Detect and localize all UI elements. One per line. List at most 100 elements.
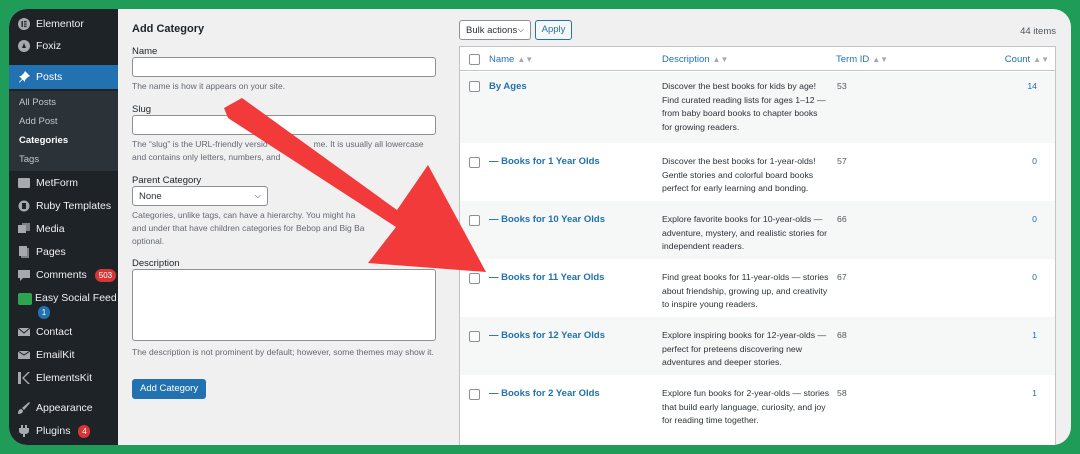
table-row: — Books for 11 Year Olds Find great book… bbox=[460, 259, 1055, 317]
post-count-link[interactable]: 0 bbox=[1032, 156, 1037, 166]
category-description: Discover the best books for kids by age!… bbox=[662, 81, 826, 132]
sort-icon: ▲▼ bbox=[517, 55, 534, 64]
pages-icon bbox=[18, 246, 30, 258]
name-label: Name bbox=[132, 46, 158, 57]
select-all-checkbox[interactable] bbox=[469, 54, 480, 65]
category-description: Explore inspiring books for 12-year-olds… bbox=[662, 330, 827, 367]
category-name-link[interactable]: — Books for 1 Year Olds bbox=[489, 156, 600, 167]
sidebar-item-label: ElementsKit bbox=[36, 372, 93, 384]
sidebar-item-elementskit[interactable]: ElementsKit bbox=[9, 367, 118, 389]
pin-icon bbox=[18, 71, 30, 83]
sidebar-item-label: Posts bbox=[36, 71, 63, 83]
slug-help-part-a: The “slug” is the URL-friendly versio bbox=[132, 139, 268, 149]
category-description: Explore favorite books for 10-year-olds … bbox=[662, 214, 827, 251]
sort-icon: ▲▼ bbox=[872, 55, 889, 64]
column-count[interactable]: Count ▲▼ bbox=[1005, 54, 1049, 65]
plugins-update-badge: 4 bbox=[78, 424, 91, 438]
category-name-link[interactable]: By Ages bbox=[489, 81, 527, 92]
table-row: — Books for 1 Year Olds Discover the bes… bbox=[460, 143, 1055, 201]
submenu-categories[interactable]: Categories bbox=[19, 135, 68, 146]
row-checkbox[interactable] bbox=[469, 273, 480, 284]
category-name-link[interactable]: — Books for 11 Year Olds bbox=[489, 272, 604, 283]
elementor-icon bbox=[18, 18, 30, 30]
term-id: 68 bbox=[837, 330, 847, 340]
apply-button[interactable]: Apply bbox=[535, 20, 572, 40]
sidebar-item-contact[interactable]: Contact bbox=[9, 321, 118, 343]
slug-help-line-2: and contains only letters, numbers, and bbox=[132, 152, 281, 162]
sidebar-item-foxiz[interactable]: Foxiz bbox=[9, 35, 118, 57]
add-category-form: Add Category Name The name is how it app… bbox=[132, 9, 442, 445]
social-feed-icon bbox=[18, 293, 32, 305]
row-checkbox[interactable] bbox=[469, 81, 480, 92]
column-term-id[interactable]: Term ID ▲▼ bbox=[836, 54, 888, 65]
category-description: Discover the best books for 1-year-olds!… bbox=[662, 156, 816, 193]
column-name[interactable]: Name ▲▼ bbox=[489, 54, 533, 65]
slug-label: Slug bbox=[132, 104, 152, 115]
parent-category-value: None bbox=[139, 190, 162, 202]
category-name-link[interactable]: — Books for 12 Year Olds bbox=[489, 330, 605, 341]
term-id: 67 bbox=[837, 272, 847, 282]
sidebar-item-label: Plugins bbox=[36, 425, 71, 437]
brush-icon bbox=[18, 402, 30, 414]
add-category-button[interactable]: Add Category bbox=[132, 379, 207, 399]
sidebar-item-easy-social-feed[interactable]: Easy Social Feed 1 bbox=[9, 289, 118, 325]
name-help: The name is how it appears on your site. bbox=[132, 81, 286, 91]
envelope-icon bbox=[18, 349, 30, 361]
post-count-link[interactable]: 0 bbox=[1032, 272, 1037, 282]
row-checkbox[interactable] bbox=[469, 157, 480, 168]
sidebar-item-label: Easy Social Feed bbox=[35, 292, 117, 304]
name-input[interactable] bbox=[132, 57, 436, 77]
post-count-link[interactable]: 14 bbox=[1027, 81, 1037, 91]
parent-help-line-2: and under that have children categories … bbox=[132, 223, 365, 233]
sidebar-item-label: Pages bbox=[36, 246, 66, 258]
post-count-link[interactable]: 1 bbox=[1032, 330, 1037, 340]
foxiz-icon bbox=[18, 40, 30, 52]
submenu-tags[interactable]: Tags bbox=[19, 154, 39, 165]
sidebar-item-pages[interactable]: Pages bbox=[9, 241, 118, 263]
sidebar-item-label: MetForm bbox=[36, 177, 78, 189]
term-id: 66 bbox=[837, 214, 847, 224]
category-name-link[interactable]: — Books for 2 Year Olds bbox=[489, 388, 600, 399]
sidebar-item-emailkit[interactable]: EmailKit bbox=[9, 344, 118, 366]
column-description[interactable]: Description ▲▼ bbox=[662, 54, 728, 65]
description-label: Description bbox=[132, 258, 180, 269]
comment-icon bbox=[18, 269, 30, 281]
categories-list: Bulk actions ⌵ Apply 44 items Name ▲▼ Des… bbox=[459, 9, 1064, 445]
sidebar-item-comments[interactable]: Comments 503 bbox=[9, 264, 118, 286]
posts-submenu: All Posts Add Post Categories Tags bbox=[9, 91, 118, 171]
sort-icon: ▲▼ bbox=[1033, 55, 1049, 64]
description-textarea[interactable] bbox=[132, 269, 436, 341]
table-header: Name ▲▼ Description ▲▼ Term ID ▲▼ Count ▲▼ bbox=[460, 47, 1055, 71]
sidebar-item-metform[interactable]: MetForm bbox=[9, 172, 118, 194]
post-count-link[interactable]: 1 bbox=[1032, 388, 1037, 398]
submenu-add-post[interactable]: Add Post bbox=[19, 116, 58, 127]
admin-sidebar: Elementor Foxiz Posts All Posts Add Post… bbox=[9, 9, 118, 445]
sidebar-item-elementor[interactable]: Elementor bbox=[9, 13, 118, 35]
slug-help-line-1: The “slug” is the URL-friendly versio me.… bbox=[132, 138, 436, 151]
sidebar-item-plugins[interactable]: Plugins 4 bbox=[9, 420, 118, 442]
submenu-all-posts[interactable]: All Posts bbox=[19, 97, 56, 108]
post-count-link[interactable]: 0 bbox=[1032, 214, 1037, 224]
ruby-icon bbox=[18, 200, 30, 212]
sidebar-item-ruby-templates[interactable]: Ruby Templates bbox=[9, 195, 118, 217]
metform-icon bbox=[18, 177, 30, 189]
row-checkbox[interactable] bbox=[469, 389, 480, 400]
row-checkbox[interactable] bbox=[469, 215, 480, 226]
category-description: Explore fun books for 2-year-olds — stor… bbox=[662, 388, 830, 425]
slug-input[interactable] bbox=[132, 115, 436, 135]
term-id: 53 bbox=[837, 81, 847, 91]
sidebar-item-media[interactable]: Media bbox=[9, 218, 118, 240]
column-count-label: Count bbox=[1004, 54, 1031, 65]
comments-count-badge: 503 bbox=[94, 268, 117, 282]
category-name-link[interactable]: — Books for 10 Year Olds bbox=[489, 214, 605, 225]
description-help: The description is not prominent by defa… bbox=[132, 347, 434, 357]
sidebar-item-appearance[interactable]: Appearance bbox=[9, 397, 118, 419]
sidebar-item-label: Media bbox=[36, 223, 65, 235]
row-checkbox[interactable] bbox=[469, 331, 480, 342]
bulk-actions-select[interactable]: Bulk actions ⌵ bbox=[459, 20, 531, 40]
parent-category-select[interactable]: None ⌵ bbox=[132, 186, 268, 206]
column-term-id-label: Term ID bbox=[836, 54, 870, 65]
sidebar-item-posts[interactable]: Posts bbox=[9, 65, 118, 89]
table-row: By Ages Discover the best books for kids… bbox=[460, 72, 1055, 143]
form-title: Add Category bbox=[132, 23, 205, 35]
